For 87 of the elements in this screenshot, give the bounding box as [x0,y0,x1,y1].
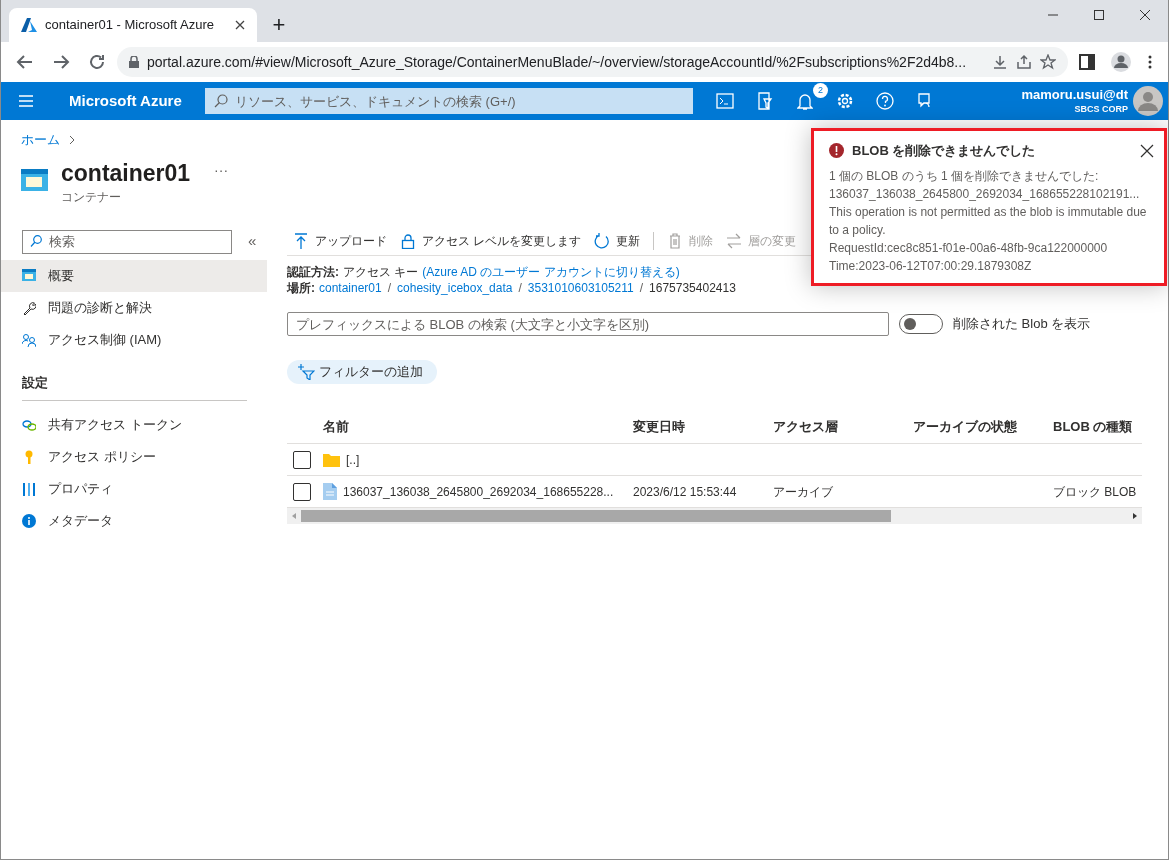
swap-icon [726,232,743,249]
more-button[interactable]: ··· [214,159,229,181]
resource-type: コンテナー [61,189,122,206]
checkbox[interactable] [293,482,311,501]
bars-icon [22,482,36,496]
link-icon [22,418,36,432]
field-label: 場所: [287,280,315,296]
switch-account-link[interactable]: (Azure AD のユーザー アカウントに切り替える) [422,264,680,280]
path-link[interactable]: container01 [319,280,382,296]
toggle-label: 削除された Blob を表示 [953,315,1091,334]
sidebar-search-field[interactable]: 検索 [22,229,232,254]
search-icon [214,94,228,108]
path-link[interactable]: cohesity_icebox_data [397,280,513,296]
notification-count: 2 [813,83,828,98]
avatar-icon[interactable] [1132,85,1164,117]
blob-name[interactable]: [..] [346,450,360,469]
search-field[interactable]: リソース、サービス、ドキュメントの検索 (G+/) [205,88,693,114]
lock-icon [400,232,416,249]
table-cell-text: アーカイブ [773,483,834,501]
azure-logo-icon [21,18,37,32]
info-icon [22,514,36,528]
tab-title: container01 - Microsoft Azure [45,16,216,35]
upload-icon [293,232,309,249]
notification-text: This operation is not permitted as the blob is immutable due to a policy. [829,203,1148,239]
path-separator: / [639,280,644,296]
field-value: アクセス キー [343,264,419,280]
sidebar-item[interactable]: メタデータ [1,505,267,537]
notification-title: BLOB を削除できませんでした [852,142,1037,160]
breadcrumb-link[interactable]: ホーム [21,130,60,150]
new-tab-button[interactable]: + [265,11,293,39]
column-header[interactable]: アーカイブの状態 [913,416,1053,437]
sidebar-item[interactable]: 共有アクセス トークン [1,409,267,441]
path-separator: / [387,280,392,296]
container-icon [22,269,36,283]
path-link[interactable]: 3531010603105211 [527,280,634,296]
path-text: 1675735402413 [649,280,736,296]
notification-text: 136037_136038_2645800_2692034_168655228102191... [829,185,1141,203]
user-email[interactable]: mamoru.usui@dt [1021,88,1128,101]
sidebar-item[interactable]: アクセス制御 (IAM) [1,324,267,356]
url-text: portal.azure.com/#view/Microsoft_Azure_Storage/ContainerMenuBlade/~/overview/storageAccountId/%2Fsubscriptions%2F2d4b8... [147,52,968,72]
share-icon[interactable] [1016,54,1032,70]
wrench-icon [22,301,36,315]
section-heading: 設定 [22,375,48,390]
notification-text: Time:2023-06-12T07:00:29.1879308Z [829,257,1033,275]
sidebar-item[interactable]: アクセス ポリシー [1,441,267,473]
column-header[interactable]: 変更日時 [633,416,773,437]
resource-title: container01 [61,159,191,188]
notification-text: RequestId:cec8c851-f01e-00a6-48fb-9ca122000000 [829,239,1109,257]
toolbar-button[interactable]: アップロード [293,231,387,250]
sidebar-item[interactable]: 問題の診断と解決 [1,292,267,324]
refresh-icon [594,232,611,249]
toolbar-button[interactable]: アクセス レベルを変更します [400,231,582,250]
sidebar-item[interactable]: 概要 [1,260,267,292]
column-header[interactable]: BLOB の種類 [1053,416,1142,437]
toolbar-button[interactable]: 更新 [594,231,641,250]
container-icon [21,169,48,191]
close-icon[interactable] [1140,143,1154,158]
search-icon [30,235,42,247]
lock-icon [129,56,139,68]
scrollbar-thumb[interactable] [301,510,891,522]
column-header[interactable]: 名前 [323,416,633,437]
column-header[interactable]: アクセス層 [773,416,913,437]
sidebar-item[interactable]: プロパティ [1,473,267,505]
table-cell-text: ブロック BLOB [1053,483,1138,501]
checkbox[interactable] [293,450,311,469]
field-label: 認証方法: [287,264,339,280]
table-cell-text: 2023/6/12 15:53:44 [633,483,738,501]
close-icon[interactable] [235,20,245,30]
chevron-right-icon [68,135,76,145]
file-icon [323,483,337,500]
brand-name[interactable]: Microsoft Azure [69,89,205,113]
blob-search-field[interactable]: プレフィックスによる BLOB の検索 (大文字と小文字を区別) [287,312,889,336]
folder-icon [323,452,340,467]
error-icon [829,143,844,159]
add-filter-button[interactable]: フィルターの追加 [287,360,437,384]
blob-name[interactable]: 136037_136038_2645800_2692034_168655228... [343,482,614,501]
star-icon[interactable] [1040,54,1056,70]
tenant-name: SBCS CORP [1074,105,1128,114]
download-icon[interactable] [992,54,1008,70]
people-icon [22,333,36,347]
bell-icon[interactable] [797,91,813,111]
address-bar[interactable]: portal.azure.com/#view/Microsoft_Azure_Storage/ContainerMenuBlade/~/overview/storageAccountId/%2Fsubscriptions%2F2d4b8... [117,47,1068,77]
browser-tab[interactable]: container01 - Microsoft Azure [9,8,257,42]
notification-text: 1 個の BLOB のうち 1 個を削除できませんでした: [829,167,1100,185]
path-separator: / [518,280,522,296]
filter-icon [297,364,315,380]
collapse-button[interactable]: « [248,229,257,253]
